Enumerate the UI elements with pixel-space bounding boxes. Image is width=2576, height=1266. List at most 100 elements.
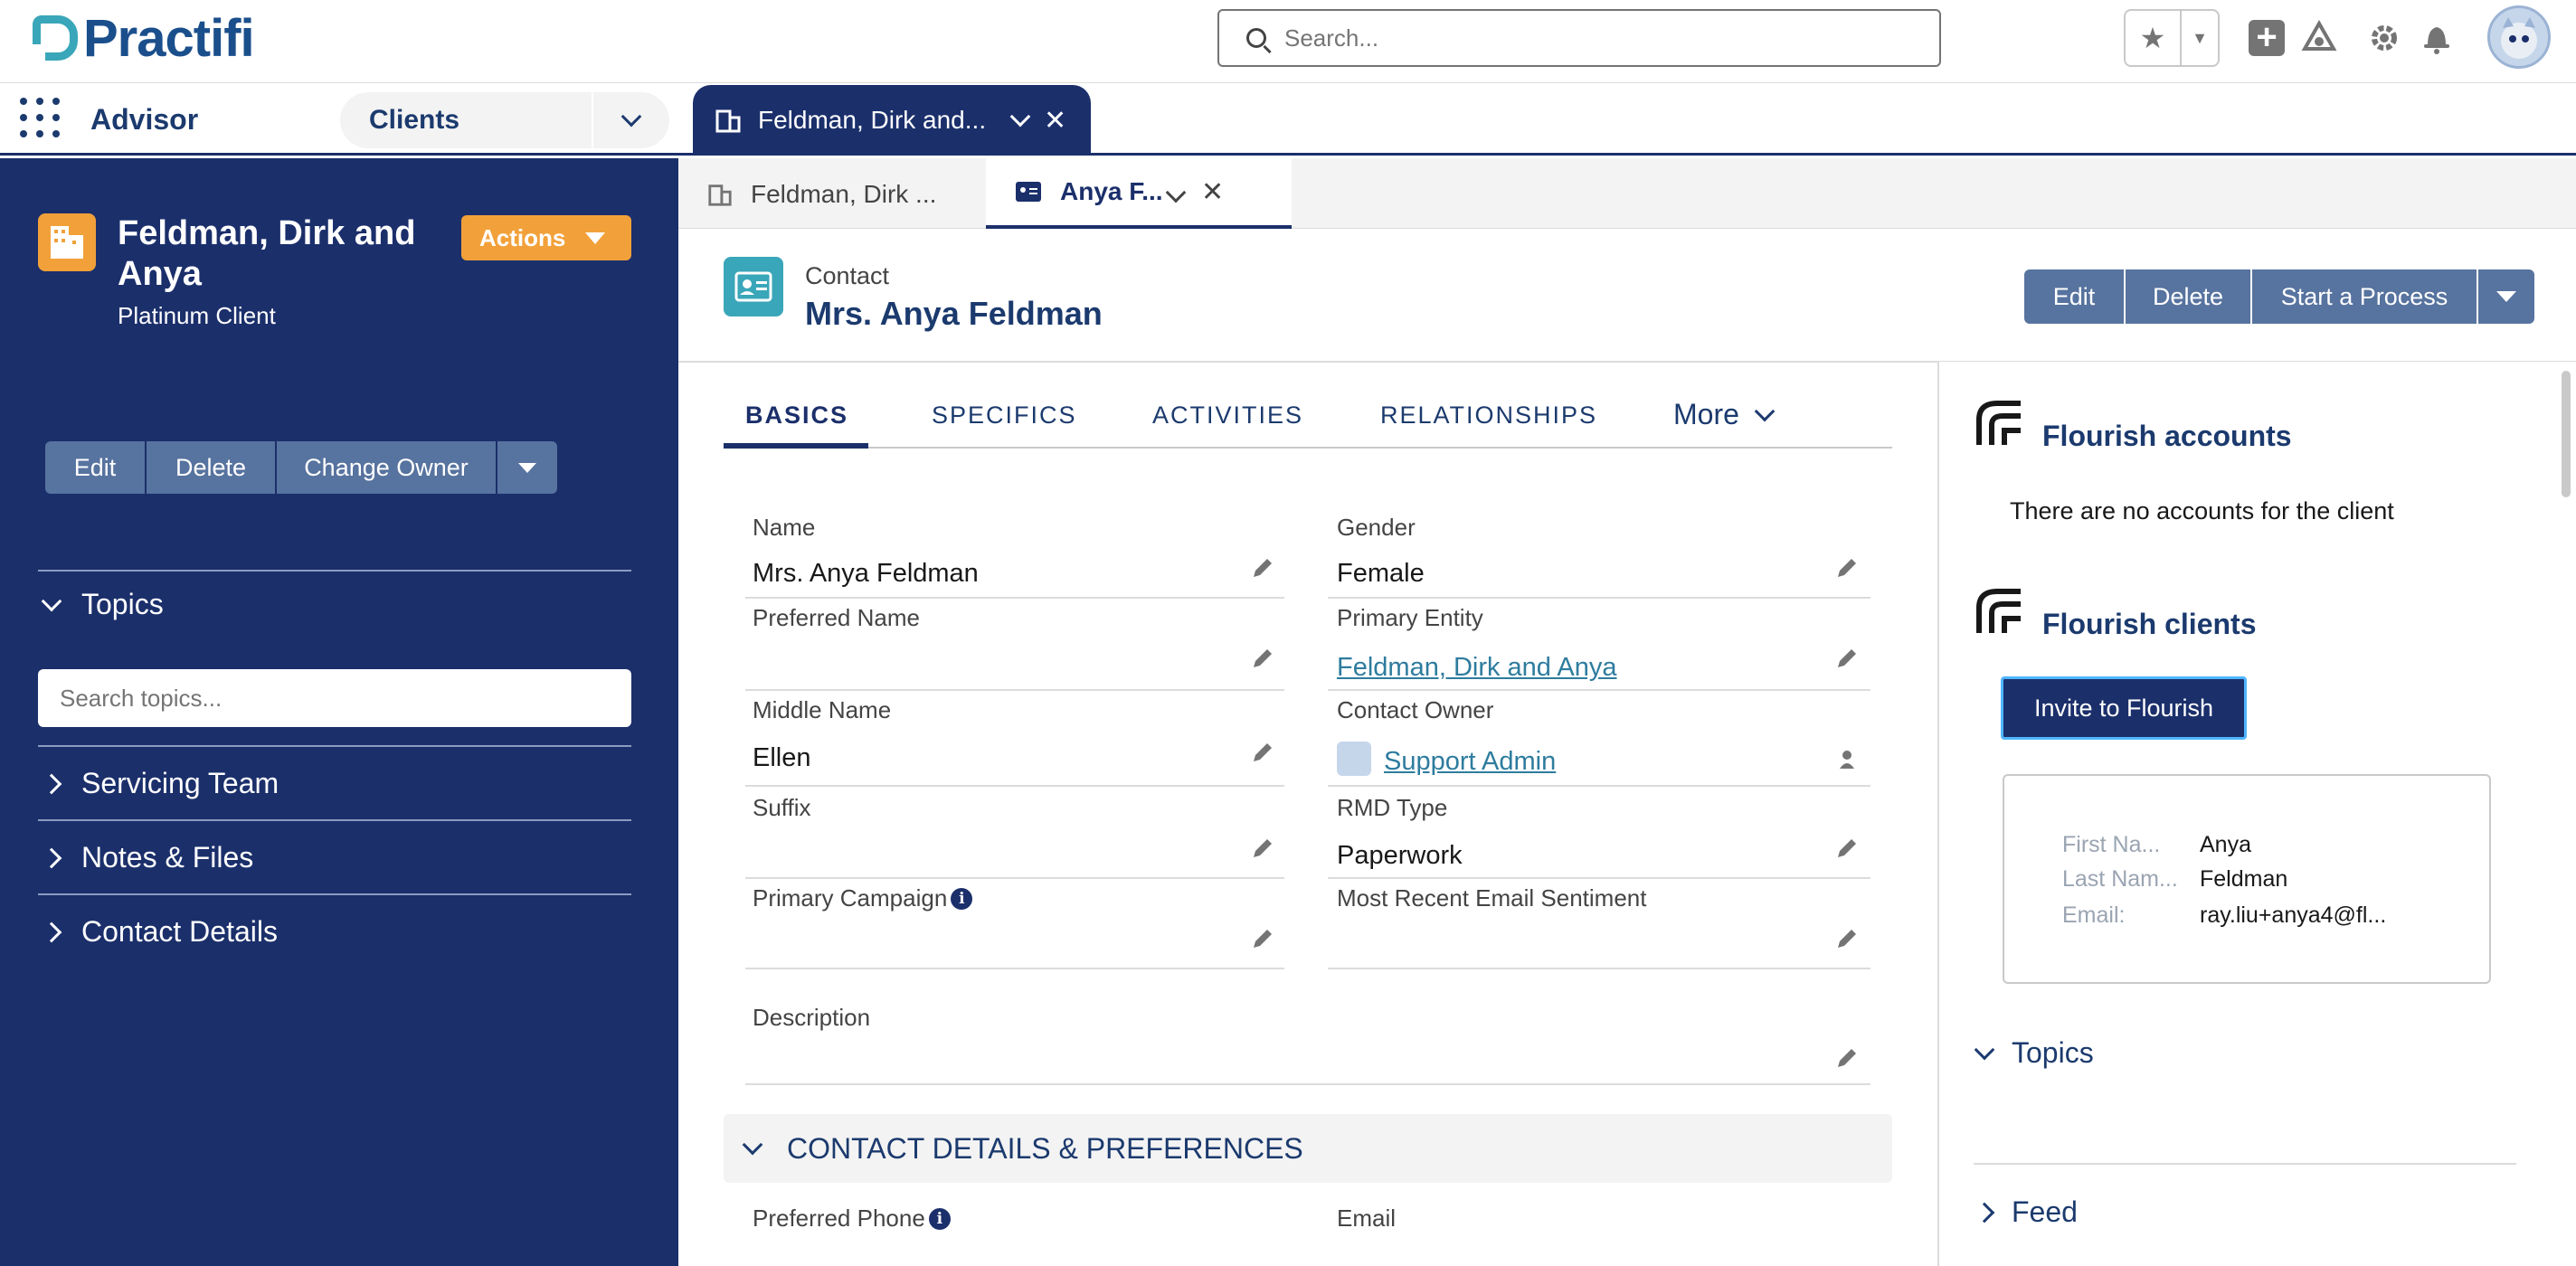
field-label-gender: Gender — [1337, 514, 1416, 541]
account-name: Feldman, Dirk and Anya — [118, 214, 416, 293]
sidebar-edit-button[interactable]: Edit — [45, 441, 147, 494]
pencil-edit-icon[interactable] — [1250, 926, 1275, 951]
nav-object-dropdown[interactable] — [593, 92, 669, 148]
tab-more-label: More — [1673, 398, 1739, 430]
chevron-right-icon — [1974, 1202, 1995, 1223]
field-divider — [1328, 689, 1870, 691]
info-icon[interactable]: i — [951, 887, 973, 910]
close-icon[interactable]: ✕ — [1201, 176, 1224, 208]
card-value-first-name: Anya — [2200, 832, 2251, 857]
record-button-group: Edit Delete Start a Process — [2024, 269, 2534, 324]
subtab-contact[interactable]: Anya F... ✕ — [986, 158, 1292, 229]
workspace-tab-menu[interactable] — [1009, 106, 1031, 128]
logo-text: Practifi — [83, 8, 255, 68]
field-divider — [745, 1083, 1870, 1085]
active-tab-indicator — [724, 443, 868, 449]
chevron-down-icon — [620, 106, 642, 128]
pencil-edit-icon[interactable] — [1834, 926, 1860, 951]
panel-section-feed[interactable]: Feed — [1974, 1195, 2078, 1229]
field-label-primary-entity: Primary Entity — [1337, 604, 1483, 631]
start-process-button[interactable]: Start a Process — [2252, 269, 2477, 324]
delete-button[interactable]: Delete — [2126, 269, 2252, 324]
card-value-email: ray.liu+anya4@fl... — [2200, 902, 2387, 928]
change-owner-icon[interactable] — [1834, 747, 1860, 772]
favorites-dropdown[interactable]: ▼ — [2182, 11, 2218, 65]
field-label-middle-name: Middle Name — [753, 696, 892, 723]
pencil-edit-icon[interactable] — [1250, 555, 1275, 581]
pencil-edit-icon[interactable] — [1250, 836, 1275, 861]
global-add-icon[interactable]: + — [2247, 18, 2287, 58]
section-contact-details-preferences[interactable]: CONTACT DETAILS & PREFERENCES — [724, 1114, 1892, 1183]
card-label-first-name: First Na... — [2062, 832, 2161, 857]
sidebar-section-notes-files[interactable]: Notes & Files — [38, 841, 253, 874]
panel-scrollbar[interactable] — [2562, 371, 2571, 497]
tab-relationships[interactable]: RELATIONSHIPS — [1380, 402, 1597, 430]
divider — [38, 745, 631, 747]
topics-search-input[interactable] — [38, 669, 631, 727]
pencil-edit-icon[interactable] — [1834, 1045, 1860, 1071]
tab-more[interactable]: More — [1673, 398, 1776, 431]
chevron-down-icon — [742, 1134, 763, 1156]
subtab-bar — [678, 158, 2576, 229]
trailhead-icon[interactable] — [2299, 18, 2339, 58]
sidebar-section-label: Servicing Team — [81, 767, 279, 799]
tab-basics[interactable]: BASICS — [745, 402, 848, 430]
card-label-last-name: Last Nam... — [2062, 866, 2178, 892]
info-icon[interactable]: i — [928, 1207, 951, 1230]
setup-gear-icon[interactable] — [2364, 18, 2404, 58]
sidebar-more-actions[interactable] — [497, 441, 557, 494]
tab-specifics[interactable]: SPECIFICS — [932, 402, 1077, 430]
global-search[interactable] — [1217, 9, 1941, 67]
sidebar-delete-button[interactable]: Delete — [147, 441, 277, 494]
field-divider — [745, 689, 1284, 691]
workspace-tab[interactable]: Feldman, Dirk and... ✕ — [693, 85, 1091, 156]
field-label-rmd-type: RMD Type — [1337, 794, 1448, 821]
search-icon — [1246, 28, 1266, 48]
field-divider — [1328, 785, 1870, 787]
subtab-account[interactable]: Feldman, Dirk ... — [707, 172, 936, 217]
field-label-preferred-phone: Preferred Phone i — [753, 1205, 951, 1233]
flourish-logo-icon — [1976, 589, 2021, 633]
invite-to-flourish-button[interactable]: Invite to Flourish — [2001, 676, 2247, 740]
actions-label: Actions — [479, 223, 566, 251]
notifications-bell-icon[interactable] — [2417, 18, 2457, 58]
sidebar-section-label: Contact Details — [81, 915, 278, 948]
primary-entity-link[interactable]: Feldman, Dirk and Anya — [1337, 653, 1616, 683]
sidebar-section-servicing-team[interactable]: Servicing Team — [38, 767, 279, 800]
nav-object-select[interactable]: Clients — [340, 92, 669, 148]
sidebar-section-contact-details[interactable]: Contact Details — [38, 915, 278, 949]
edit-button[interactable]: Edit — [2024, 269, 2126, 324]
chevron-right-icon — [41, 847, 62, 868]
sidebar-section-topics[interactable]: Topics — [38, 588, 164, 621]
pencil-edit-icon[interactable] — [1834, 555, 1860, 581]
divider — [38, 893, 631, 895]
actions-button[interactable]: Actions — [461, 215, 631, 260]
favorites-group[interactable]: ★ ▼ — [2124, 9, 2220, 67]
pencil-edit-icon[interactable] — [1834, 836, 1860, 861]
field-divider — [745, 968, 1284, 969]
panel-section-topics[interactable]: Topics — [1974, 1036, 2094, 1070]
contact-card-icon — [1016, 182, 1041, 202]
chevron-down-icon — [1974, 1039, 1995, 1060]
star-icon[interactable]: ★ — [2126, 11, 2182, 65]
chevron-down-icon — [1009, 106, 1031, 128]
tab-activities[interactable]: ACTIVITIES — [1152, 402, 1303, 430]
global-search-input[interactable] — [1284, 24, 1918, 52]
subtab-menu[interactable] — [1165, 177, 1187, 206]
sidebar-section-label: Topics — [81, 588, 164, 620]
practifi-logo[interactable]: Practifi — [33, 9, 255, 68]
nav-object-label[interactable]: Clients — [340, 92, 593, 148]
close-icon[interactable]: ✕ — [1044, 105, 1066, 137]
user-avatar[interactable] — [2487, 5, 2551, 69]
pencil-edit-icon[interactable] — [1250, 646, 1275, 671]
pencil-edit-icon[interactable] — [1250, 740, 1275, 765]
divider — [38, 819, 631, 821]
pencil-edit-icon[interactable] — [1834, 646, 1860, 671]
contact-owner-link[interactable]: Support Admin — [1384, 747, 1556, 777]
app-launcher-icon[interactable] — [20, 98, 60, 137]
flourish-accounts-title: Flourish accounts — [2042, 420, 2292, 452]
chevron-right-icon — [41, 773, 62, 794]
owner-avatar — [1337, 742, 1371, 776]
record-more-actions[interactable] — [2477, 269, 2534, 324]
change-owner-button[interactable]: Change Owner — [277, 441, 497, 494]
